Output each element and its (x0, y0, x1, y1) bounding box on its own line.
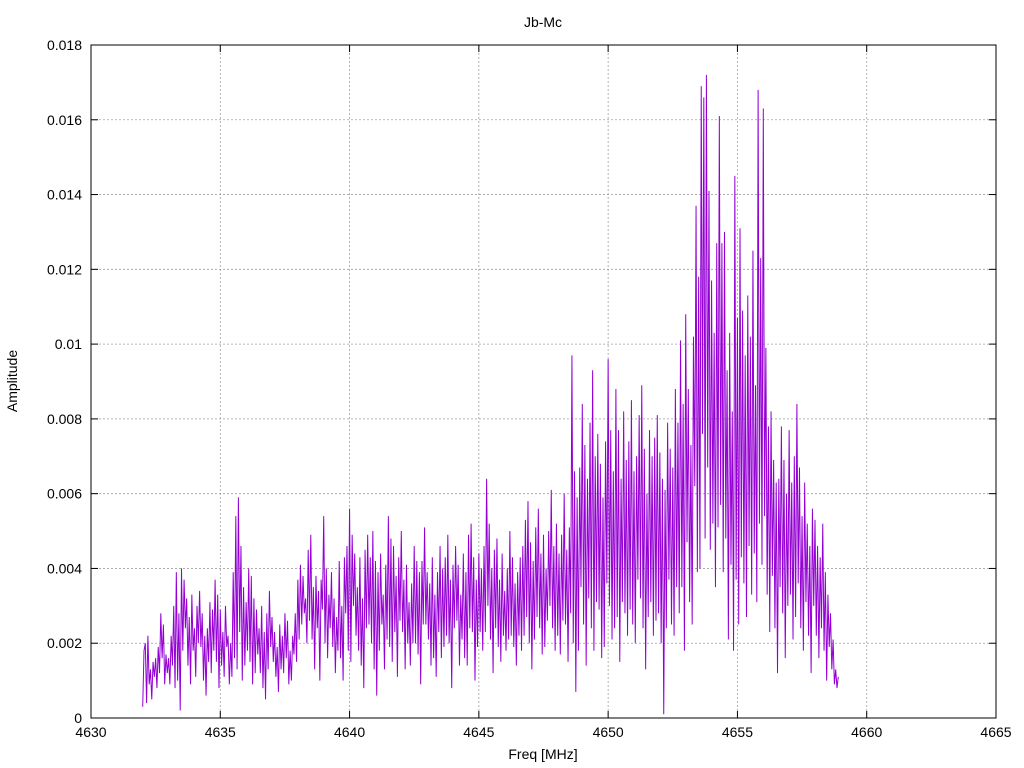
chart-title: Jb-Mc (524, 14, 562, 30)
y-tick-label: 0.012 (47, 261, 82, 277)
x-tick-label: 4665 (980, 724, 1011, 740)
x-tick-label: 4655 (722, 724, 753, 740)
x-tick-label: 4645 (463, 724, 494, 740)
x-tick-label: 4630 (75, 724, 106, 740)
y-tick-label: 0.002 (47, 635, 82, 651)
y-tick-label: 0.006 (47, 486, 82, 502)
y-axis-title: Amplitude (4, 350, 20, 412)
plot-frame (90, 44, 997, 719)
y-tick-label: 0.008 (47, 411, 82, 427)
y-tick-label: 0.014 (47, 187, 82, 203)
y-tick-label: 0.018 (47, 37, 82, 53)
amplitude-series-line (142, 74, 839, 715)
y-tick-label: 0.004 (47, 560, 82, 576)
grid (91, 45, 996, 718)
x-tick-label: 4660 (851, 724, 882, 740)
y-tick-label: 0.01 (55, 336, 82, 352)
x-axis-title: Freq [MHz] (508, 746, 577, 762)
x-tick-label: 4640 (334, 724, 365, 740)
y-tick-label: 0.016 (47, 112, 82, 128)
series-layer (142, 74, 839, 715)
chart-canvas: Jb-Mc 00.0020.0040.0060.0080.010.0120.01… (4, 14, 1012, 762)
x-tick-label: 4635 (205, 724, 236, 740)
x-tick-label: 4650 (593, 724, 624, 740)
